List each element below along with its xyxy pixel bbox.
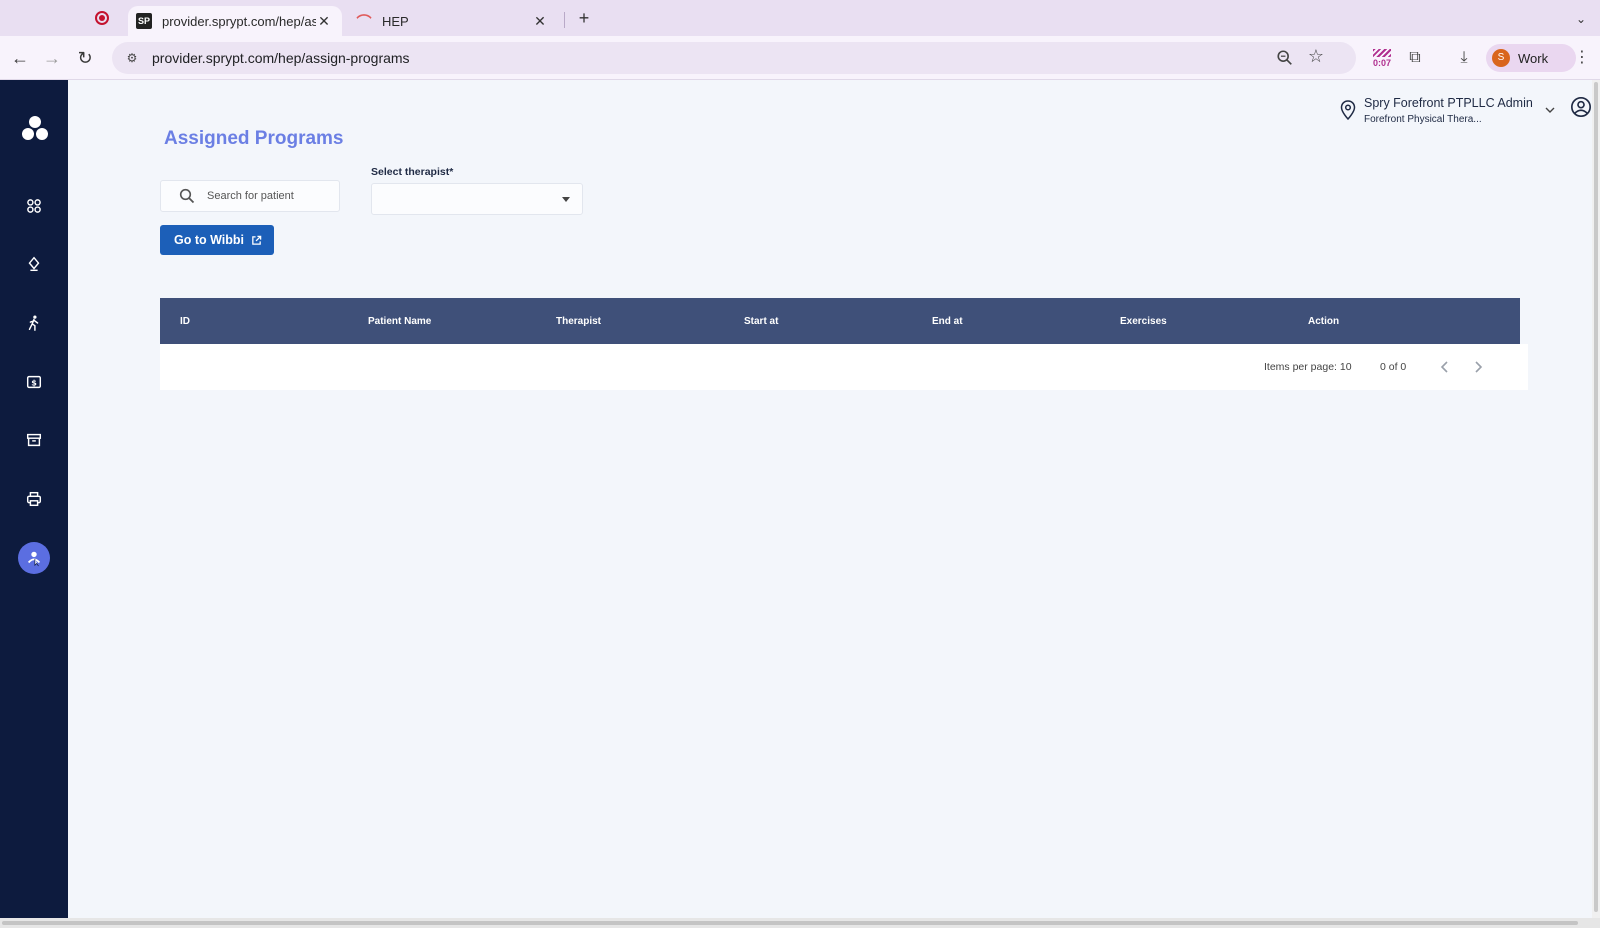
walking-person-icon <box>28 315 39 331</box>
previous-page-icon[interactable] <box>1436 358 1454 376</box>
close-icon[interactable]: ✕ <box>316 13 332 30</box>
user-account-icon[interactable] <box>1570 96 1592 118</box>
profile-avatar: S <box>1492 49 1510 67</box>
forward-icon[interactable]: → <box>40 46 64 70</box>
hep-icon: ⌒ <box>356 13 372 31</box>
external-link-icon <box>252 235 262 245</box>
column-header-end-at[interactable]: End at <box>932 316 1120 327</box>
tab-title: provider.sprypt.com/hep/assi <box>162 13 316 29</box>
location-subtitle: Forefront Physical Thera... <box>1364 114 1482 125</box>
page-range: 0 of 0 <box>1380 361 1407 373</box>
tab-search-chevron-icon[interactable]: ⌄ <box>1570 8 1592 30</box>
therapist-select[interactable] <box>371 183 583 215</box>
profile-button[interactable]: S Work <box>1486 44 1576 72</box>
diamond-pin-icon <box>28 256 40 272</box>
dropdown-arrow-icon <box>562 197 570 202</box>
browser-tab-active[interactable]: SP provider.sprypt.com/hep/assi ✕ <box>128 6 342 36</box>
search-icon <box>179 188 195 204</box>
location-pin-icon <box>1340 100 1356 120</box>
app-sidebar: $ <box>0 80 68 918</box>
sidebar-item-pin[interactable] <box>18 248 50 280</box>
location-name: Spry Forefront PTPLLC Admin <box>1364 96 1533 110</box>
spry-logo-icon[interactable] <box>22 116 48 142</box>
sidebar-item-archive[interactable] <box>18 424 50 456</box>
download-icon[interactable]: ⤓ <box>1452 42 1476 74</box>
recording-icon[interactable] <box>95 11 109 25</box>
screen-recorder-extension[interactable]: 0:07 <box>1368 42 1396 74</box>
new-tab-button[interactable]: + <box>572 6 596 30</box>
patient-search[interactable] <box>160 180 340 212</box>
svg-text:$: $ <box>31 378 37 388</box>
page-title: Assigned Programs <box>164 128 344 149</box>
vertical-scrollbar[interactable] <box>1592 80 1600 918</box>
browser-toolbar: ← → ↻ ⚙ provider.sprypt.com/hep/assign-p… <box>0 36 1600 80</box>
location-selector[interactable]: Spry Forefront PTPLLC Admin Forefront Ph… <box>1340 94 1560 134</box>
sidebar-item-hep[interactable] <box>18 542 50 574</box>
bookmark-star-icon[interactable]: ☆ <box>1308 46 1324 67</box>
column-header-id[interactable]: ID <box>180 316 368 327</box>
url-text[interactable]: provider.sprypt.com/hep/assign-programs <box>152 50 410 66</box>
billing-icon: $ <box>26 375 42 389</box>
address-bar[interactable]: ⚙ provider.sprypt.com/hep/assign-program… <box>112 42 1356 74</box>
dashboard-icon <box>27 199 41 213</box>
items-per-page[interactable]: Items per page: 10 <box>1264 361 1352 373</box>
browser-tab-hep[interactable]: ⌒ HEP ✕ <box>348 6 558 36</box>
reload-icon[interactable]: ↻ <box>73 46 97 70</box>
sidebar-item-dashboard[interactable] <box>18 190 50 222</box>
table-header: ID Patient Name Therapist Start at End a… <box>160 298 1520 344</box>
next-page-icon[interactable] <box>1469 358 1487 376</box>
column-header-therapist[interactable]: Therapist <box>556 316 744 327</box>
extensions-puzzle-icon[interactable]: ⧉ <box>1403 42 1427 74</box>
main-content: Spry Forefront PTPLLC Admin Forefront Ph… <box>68 80 1592 918</box>
zoom-icon[interactable] <box>1276 49 1294 67</box>
therapist-label: Select therapist* <box>371 166 454 178</box>
column-header-action: Action <box>1308 315 1340 327</box>
table-paginator: Items per page: 10 0 of 0 <box>160 344 1528 390</box>
browser-tab-strip: SP provider.sprypt.com/hep/assi ✕ ⌒ HEP … <box>0 0 1600 36</box>
horizontal-scrollbar[interactable] <box>0 918 1600 928</box>
tab-title: HEP <box>382 13 409 29</box>
recorder-timer: 0:07 <box>1372 57 1391 68</box>
assigned-programs-table: ID Patient Name Therapist Start at End a… <box>160 298 1528 390</box>
sidebar-item-billing[interactable]: $ <box>18 366 50 398</box>
close-icon[interactable]: ✕ <box>532 13 548 30</box>
hep-exercise-icon <box>27 551 41 567</box>
column-header-exercises[interactable]: Exercises <box>1120 316 1308 327</box>
archive-icon <box>26 433 42 447</box>
column-header-patient-name[interactable]: Patient Name <box>368 316 556 327</box>
profile-label: Work <box>1518 50 1549 66</box>
chevron-down-icon <box>1545 107 1555 113</box>
sidebar-item-print[interactable] <box>18 483 50 515</box>
browser-menu-icon[interactable]: ⋮ <box>1572 46 1592 70</box>
search-input[interactable] <box>207 190 327 202</box>
printer-icon <box>26 491 42 507</box>
back-icon[interactable]: ← <box>8 46 32 70</box>
spry-logo-icon: SP <box>136 13 152 29</box>
column-header-start-at[interactable]: Start at <box>744 316 932 327</box>
sidebar-item-exercise[interactable] <box>18 307 50 339</box>
go-to-wibbi-label: Go to Wibbi <box>174 233 245 247</box>
go-to-wibbi-button[interactable]: Go to Wibbi <box>160 225 274 255</box>
site-settings-icon[interactable]: ⚙ <box>124 50 140 66</box>
tab-divider <box>564 12 565 28</box>
recorder-icon <box>1373 48 1391 57</box>
